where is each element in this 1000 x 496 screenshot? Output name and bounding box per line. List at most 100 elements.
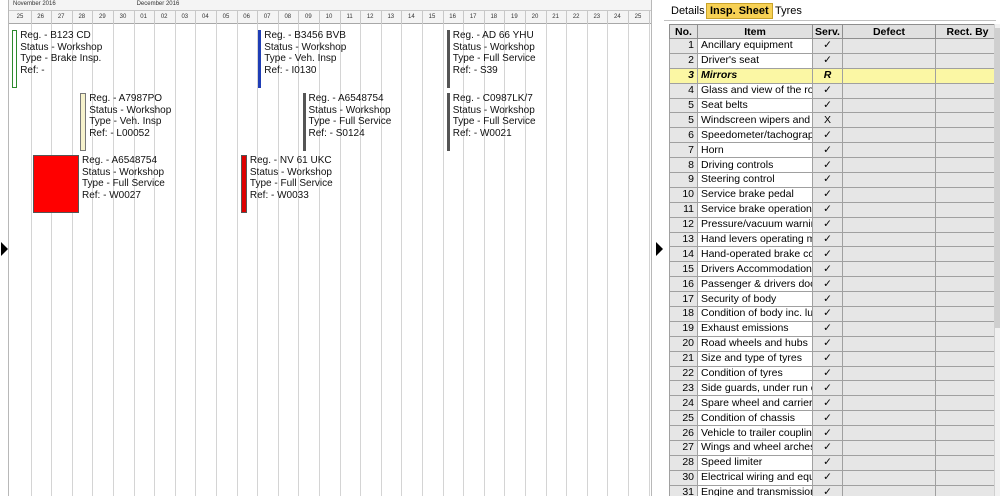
table-row[interactable]: 26 Vehicle to trailer couplin ✓ <box>669 425 1000 442</box>
table-row[interactable]: 28 Speed limiter ✓ <box>669 454 1000 471</box>
row-number[interactable]: 16 <box>669 276 698 293</box>
row-serv[interactable]: ✓ <box>812 365 843 382</box>
row-serv[interactable]: ✓ <box>812 127 843 144</box>
table-row[interactable]: 31 Engine and transmission ✓ <box>669 484 1000 496</box>
row-number[interactable]: 13 <box>669 231 698 248</box>
table-row[interactable]: 23 Side guards, under run c ✓ <box>669 380 1000 397</box>
row-serv[interactable]: ✓ <box>812 276 843 293</box>
table-row[interactable]: 14 Hand-operated brake co ✓ <box>669 246 1000 263</box>
tab-details[interactable]: Details <box>668 3 708 19</box>
row-rect-by[interactable] <box>935 201 1000 218</box>
row-rect-by[interactable] <box>935 127 1000 144</box>
row-serv[interactable]: ✓ <box>812 142 843 159</box>
row-number[interactable]: 26 <box>669 425 698 442</box>
left-collapse-arrow-icon[interactable] <box>1 242 8 256</box>
table-row[interactable]: 17 Security of body ✓ <box>669 291 1000 308</box>
table-row[interactable]: 19 Exhaust emissions ✓ <box>669 320 1000 337</box>
row-defect[interactable] <box>842 216 936 233</box>
row-rect-by[interactable] <box>935 172 1000 188</box>
row-serv[interactable]: ✓ <box>812 157 843 174</box>
table-row[interactable]: 24 Spare wheel and carrier ✓ <box>669 395 1000 412</box>
row-number[interactable]: 17 <box>669 291 698 308</box>
row-defect[interactable] <box>842 365 936 382</box>
row-number[interactable]: 27 <box>669 440 698 456</box>
row-number[interactable]: 20 <box>669 335 698 352</box>
row-number[interactable]: 2 <box>669 52 698 69</box>
row-rect-by[interactable] <box>935 112 1000 129</box>
row-rect-by[interactable] <box>935 395 1000 412</box>
row-rect-by[interactable] <box>935 410 1000 427</box>
table-row[interactable]: 18 Condition of body inc. lu ✓ <box>669 306 1000 322</box>
row-serv[interactable]: ✓ <box>812 172 843 188</box>
row-rect-by[interactable] <box>935 306 1000 322</box>
job-bar[interactable] <box>12 30 18 88</box>
row-rect-by[interactable] <box>935 186 1000 203</box>
table-row[interactable]: 9 Steering control ✓ <box>669 172 1000 188</box>
header-no[interactable]: No. <box>669 24 698 39</box>
row-serv[interactable]: ✓ <box>812 380 843 397</box>
row-rect-by[interactable] <box>935 380 1000 397</box>
row-rect-by[interactable] <box>935 216 1000 233</box>
row-defect[interactable] <box>842 425 936 442</box>
scrollbar-thumb[interactable] <box>995 28 1000 328</box>
row-number[interactable]: 10 <box>669 186 698 203</box>
row-defect[interactable] <box>842 172 936 188</box>
row-number[interactable]: 31 <box>669 484 698 496</box>
tab-tyres[interactable]: Tyres <box>772 3 805 19</box>
row-defect[interactable] <box>842 82 936 99</box>
row-number[interactable]: 25 <box>669 410 698 427</box>
row-item[interactable]: Driving controls <box>697 157 813 174</box>
row-defect[interactable] <box>842 454 936 471</box>
row-serv[interactable]: ✓ <box>812 82 843 99</box>
row-rect-by[interactable] <box>935 320 1000 337</box>
schedule-gantt[interactable]: November 2016 December 2016 25 26 27 28 29 30 0… <box>8 0 652 496</box>
row-defect[interactable] <box>842 112 936 129</box>
row-item[interactable]: Speed limiter <box>697 454 813 471</box>
table-row[interactable]: 12 Pressure/vacuum warnir ✓ <box>669 216 1000 233</box>
table-row[interactable]: 20 Road wheels and hubs ✓ <box>669 335 1000 352</box>
row-item[interactable]: Road wheels and hubs <box>697 335 813 352</box>
job-bar[interactable] <box>446 30 450 88</box>
row-rect-by[interactable] <box>935 469 1000 486</box>
row-item[interactable]: Pressure/vacuum warnir <box>697 216 813 233</box>
row-serv[interactable]: ✓ <box>812 306 843 322</box>
row-rect-by[interactable] <box>935 335 1000 352</box>
row-defect[interactable] <box>842 320 936 337</box>
row-item[interactable]: Security of body <box>697 291 813 308</box>
row-serv[interactable]: ✓ <box>812 484 843 496</box>
row-defect[interactable] <box>842 410 936 427</box>
row-defect[interactable] <box>842 440 936 456</box>
row-serv[interactable]: ✓ <box>812 454 843 471</box>
table-row[interactable]: 21 Size and type of tyres ✓ <box>669 350 1000 367</box>
row-item[interactable]: Service brake pedal <box>697 186 813 203</box>
row-item[interactable]: Engine and transmission <box>697 484 813 496</box>
table-row[interactable]: 2 Driver's seat ✓ <box>669 52 1000 69</box>
header-item[interactable]: Item <box>697 24 813 39</box>
table-row[interactable]: 13 Hand levers operating m ✓ <box>669 231 1000 248</box>
row-item[interactable]: Vehicle to trailer couplin <box>697 425 813 442</box>
row-serv[interactable]: ✓ <box>812 410 843 427</box>
row-item[interactable]: Exhaust emissions <box>697 320 813 337</box>
row-serv[interactable]: ✓ <box>812 335 843 352</box>
row-rect-by[interactable] <box>935 142 1000 159</box>
row-item[interactable]: Speedometer/tachograp <box>697 127 813 144</box>
row-serv[interactable]: ✓ <box>812 246 843 263</box>
row-serv[interactable]: ✓ <box>812 440 843 456</box>
row-defect[interactable] <box>842 395 936 412</box>
row-serv[interactable]: ✓ <box>812 38 843 54</box>
row-defect[interactable] <box>842 157 936 174</box>
row-number[interactable]: 21 <box>669 350 698 367</box>
row-serv[interactable]: ✓ <box>812 186 843 203</box>
row-serv[interactable]: ✓ <box>812 261 843 278</box>
row-rect-by[interactable] <box>935 425 1000 442</box>
row-item[interactable]: Condition of chassis <box>697 410 813 427</box>
row-number[interactable]: 12 <box>669 216 698 233</box>
row-serv[interactable]: X <box>812 112 843 129</box>
row-serv[interactable]: ✓ <box>812 216 843 233</box>
row-defect[interactable] <box>842 335 936 352</box>
row-serv[interactable]: ✓ <box>812 97 843 114</box>
row-rect-by[interactable] <box>935 231 1000 248</box>
row-number[interactable]: 14 <box>669 246 698 263</box>
row-number[interactable]: 6 <box>669 127 698 144</box>
row-defect[interactable] <box>842 127 936 144</box>
